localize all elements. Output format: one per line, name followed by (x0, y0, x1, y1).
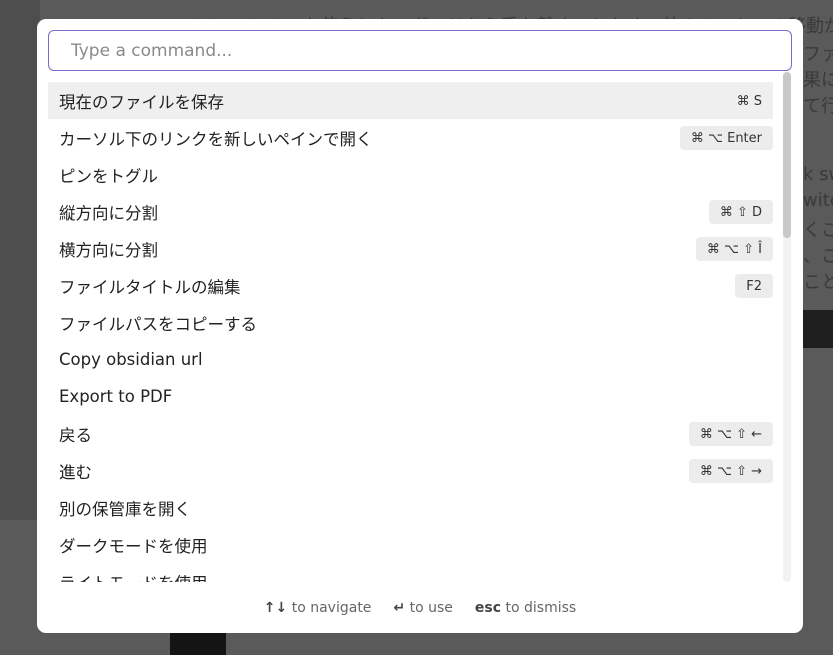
arrow-keys-icon: ↑↓ (263, 600, 288, 616)
background-text-line: witch (803, 190, 833, 211)
command-item[interactable]: ダークモードを使用 (48, 526, 773, 563)
command-item[interactable]: Copy obsidian url (48, 341, 773, 378)
esc-key-label: esc (474, 600, 502, 616)
command-search-input[interactable] (48, 30, 792, 71)
command-item[interactable]: 縦方向に分割 ⌘ ⇧ D (48, 193, 773, 230)
background-text-line: 果に (803, 70, 833, 91)
background-sidebar (0, 0, 40, 520)
command-label: ダークモードを使用 (59, 536, 208, 556)
command-item[interactable]: 現在のファイルを保存 ⌘ S (48, 82, 773, 119)
navigate-text: to navigate (291, 600, 372, 616)
command-item[interactable]: 横方向に分割 ⌘ ⌥ ⇧ Î (48, 230, 773, 267)
command-item[interactable]: ライトモードを使用 (48, 563, 773, 583)
command-palette: 現在のファイルを保存 ⌘ S カーソル下のリンクを新しいペインで開く ⌘ ⌥ E… (37, 19, 803, 633)
command-shortcut: ⌘ ⇧ D (708, 200, 773, 224)
dismiss-hint: esc to dismiss (475, 600, 576, 616)
command-item[interactable]: ファイルパスをコピーする (48, 304, 773, 341)
background-block (803, 310, 833, 348)
command-label: 横方向に分割 (59, 240, 158, 260)
command-label: 現在のファイルを保存 (59, 92, 224, 112)
command-label: ファイルパスをコピーする (59, 314, 257, 334)
command-label: 縦方向に分割 (59, 203, 158, 223)
command-list: 現在のファイルを保存 ⌘ S カーソル下のリンクを新しいペインで開く ⌘ ⌥ E… (48, 82, 773, 582)
use-text: to use (409, 600, 453, 616)
command-label: 進む (59, 462, 92, 482)
command-label: Export to PDF (59, 387, 173, 406)
command-item[interactable]: 戻る ⌘ ⌥ ⇧ ← (48, 415, 773, 452)
command-shortcut: F2 (735, 274, 773, 298)
command-shortcut: ⌘ ⌥ ⇧ ← (688, 422, 773, 446)
command-item[interactable]: ファイルタイトルの編集 F2 (48, 267, 773, 304)
command-label: Copy obsidian url (59, 350, 203, 369)
command-shortcut: ⌘ ⌥ ⇧ → (688, 459, 773, 483)
command-item[interactable]: ピンをトグル (48, 156, 773, 193)
background-text-line: ファイ (803, 44, 833, 65)
background-text-line: くこ (803, 220, 833, 241)
command-item[interactable]: Export to PDF (48, 378, 773, 415)
command-item[interactable]: カーソル下のリンクを新しいペインで開く ⌘ ⌥ Enter (48, 119, 773, 156)
background-text-line: 、こ (803, 246, 833, 267)
command-shortcut: ⌘ ⌥ Enter (679, 126, 773, 150)
command-label: ライトモードを使用 (59, 570, 208, 583)
background-text-line: て行 (803, 96, 833, 117)
palette-footer: ↑↓ to navigate ↵ to use esc to dismiss (37, 597, 803, 619)
navigate-hint: ↑↓ to navigate (264, 600, 372, 616)
command-label: カーソル下のリンクを新しいペインで開く (59, 129, 373, 149)
enter-key-icon: ↵ (393, 600, 406, 616)
use-hint: ↵ to use (393, 600, 452, 616)
command-shortcut: ⌘ ⌥ ⇧ Î (695, 237, 773, 261)
background-text-line: ことた (803, 272, 833, 293)
command-label: 別の保管庫を開く (59, 499, 191, 519)
command-label: 戻る (59, 425, 92, 445)
command-item[interactable]: 別の保管庫を開く (48, 489, 773, 526)
scrollbar-thumb[interactable] (783, 72, 791, 238)
command-label: ファイルタイトルの編集 (59, 277, 241, 297)
command-item[interactable]: 進む ⌘ ⌥ ⇧ → (48, 452, 773, 489)
dismiss-text: to dismiss (505, 600, 577, 616)
background-text-line: k sw (803, 164, 833, 185)
command-label: ピンをトグル (59, 166, 158, 186)
command-shortcut: ⌘ S (736, 93, 762, 109)
